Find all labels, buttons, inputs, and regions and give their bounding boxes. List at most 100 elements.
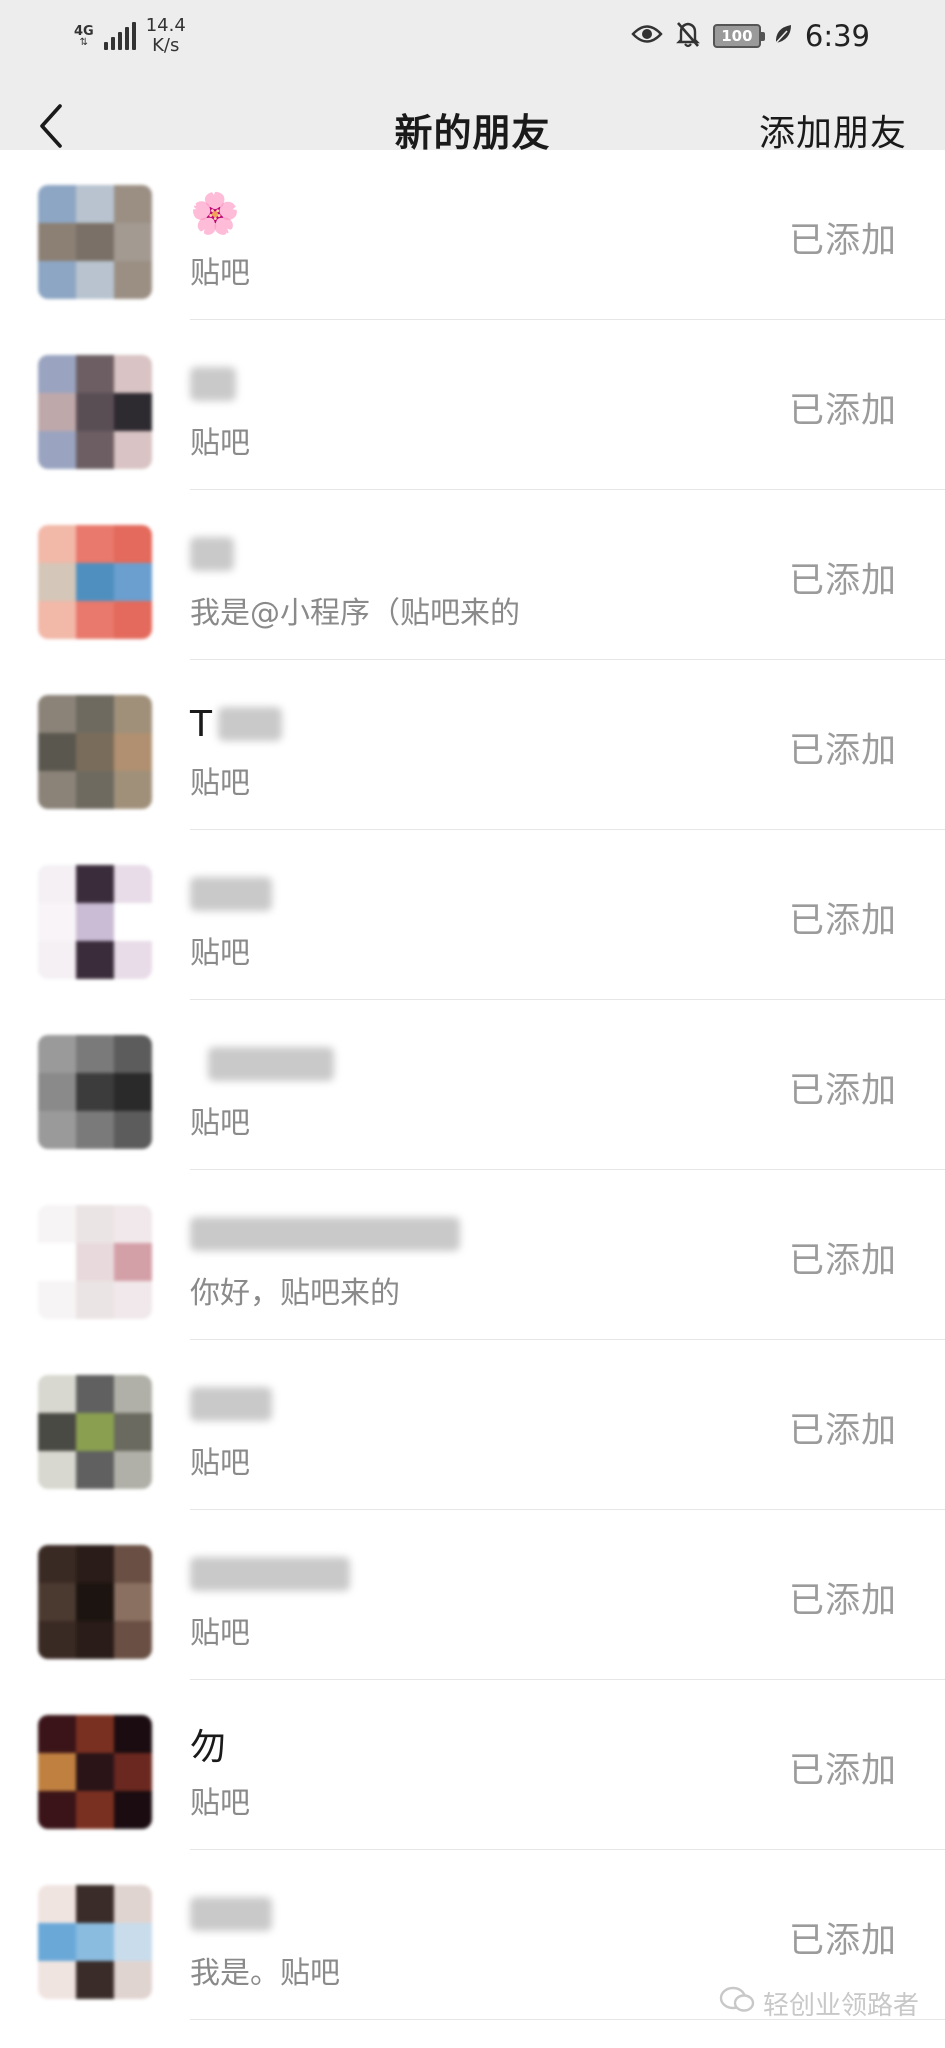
avatar-pixel (38, 903, 76, 941)
avatar-pixel (76, 1375, 114, 1413)
added-status: 已添加 (788, 1751, 897, 1791)
added-status: 已添加 (788, 1241, 897, 1281)
friend-row[interactable]: 勿 贴吧 已添加 (0, 1680, 945, 1850)
status-left: 4G ⇅ 14.4 K/s (74, 14, 186, 58)
friend-row[interactable]: 贴吧 已添加 (0, 830, 945, 1000)
avatar-pixel (76, 1243, 114, 1281)
blurred-name (190, 537, 234, 571)
mute-bell-icon (675, 20, 701, 52)
avatar-pixel (76, 563, 114, 601)
added-status: 已添加 (788, 561, 897, 601)
blurred-name (190, 1387, 272, 1421)
added-status: 已添加 (788, 1581, 897, 1621)
avatar-pixel (38, 1205, 76, 1243)
friend-name: T (190, 702, 282, 746)
avatar-pixel (76, 1451, 114, 1489)
avatar-pixel (114, 1621, 152, 1659)
avatar-pixel (38, 1621, 76, 1659)
avatar-pixel (38, 1753, 76, 1791)
avatar-pixel (114, 771, 152, 809)
avatar-pixel (38, 261, 76, 299)
avatar-pixel (38, 1791, 76, 1829)
avatar-pixel (38, 1715, 76, 1753)
avatar-pixel (114, 1035, 152, 1073)
request-message: 贴吧 (190, 1446, 250, 1481)
friend-row[interactable]: T 贴吧 已添加 (0, 660, 945, 830)
request-message: 我是@小程序（贴吧来的 (190, 596, 520, 631)
eye-icon (631, 23, 663, 49)
avatar (38, 1035, 152, 1149)
avatar-pixel (76, 1035, 114, 1073)
add-friend-button[interactable]: 添加朋友 (759, 104, 907, 156)
battery-icon: 100 (712, 24, 765, 48)
avatar-pixel (76, 771, 114, 809)
avatar-pixel (114, 355, 152, 393)
friend-row[interactable]: 贴吧 已添加 (0, 1000, 945, 1170)
friend-row[interactable]: 贴吧 已添加 (0, 1510, 945, 1680)
watermark: 轻创业领路者 (719, 1985, 919, 2022)
avatar-pixel (114, 865, 152, 903)
app-root: 4G ⇅ 14.4 K/s 100 6:39 新的朋友 添加朋友 🌸 贴吧 已添… (0, 0, 945, 2048)
blurred-name (218, 707, 282, 741)
avatar-pixel (114, 1885, 152, 1923)
avatar-pixel (114, 1583, 152, 1621)
avatar-pixel (38, 1073, 76, 1111)
avatar (38, 355, 152, 469)
avatar-pixel (76, 601, 114, 639)
avatar-pixel (38, 601, 76, 639)
avatar-pixel (114, 695, 152, 733)
added-status: 已添加 (788, 1921, 897, 1961)
friend-row[interactable]: 你好，贴吧来的 已添加 (0, 1170, 945, 1340)
avatar-pixel (38, 1375, 76, 1413)
network-speed: 14.4 K/s (146, 16, 186, 56)
avatar (38, 185, 152, 299)
avatar-pixel (114, 1205, 152, 1243)
avatar-pixel (76, 865, 114, 903)
friend-name (190, 872, 272, 916)
avatar-pixel (114, 1451, 152, 1489)
avatar-pixel (76, 1545, 114, 1583)
friend-name (190, 362, 236, 406)
avatar (38, 1885, 152, 1999)
clock: 6:39 (804, 19, 870, 53)
avatar-pixel (114, 733, 152, 771)
friend-row[interactable]: 贴吧 已添加 (0, 1340, 945, 1510)
friend-row[interactable]: 🌸 贴吧 已添加 (0, 150, 945, 320)
added-status: 已添加 (788, 731, 897, 771)
avatar-pixel (76, 1073, 114, 1111)
avatar-pixel (76, 695, 114, 733)
avatar-pixel (76, 185, 114, 223)
data-arrows-icon: ⇅ (79, 36, 89, 48)
avatar-pixel (76, 941, 114, 979)
friend-row[interactable]: 贴吧 已添加 (0, 320, 945, 490)
avatar-pixel (76, 1621, 114, 1659)
avatar-pixel (38, 185, 76, 223)
added-status: 已添加 (788, 1411, 897, 1451)
leaf-icon (773, 22, 793, 50)
status-bar: 4G ⇅ 14.4 K/s 100 6:39 (0, 0, 945, 72)
avatar-pixel (76, 1923, 114, 1961)
request-message: 你好，贴吧来的 (190, 1276, 400, 1311)
request-message: 贴吧 (190, 1106, 250, 1141)
request-message: 贴吧 (190, 426, 250, 461)
avatar-pixel (76, 1111, 114, 1149)
avatar-pixel (76, 1413, 114, 1451)
avatar-pixel (114, 1281, 152, 1319)
name-text: 勿 (190, 1727, 227, 1768)
avatar-pixel (76, 1715, 114, 1753)
avatar-pixel (114, 1791, 152, 1829)
avatar-pixel (114, 1545, 152, 1583)
avatar-pixel (38, 525, 76, 563)
avatar-pixel (114, 223, 152, 261)
status-right: 100 6:39 (631, 14, 870, 58)
avatar-pixel (38, 431, 76, 469)
speed-unit: K/s (152, 35, 180, 56)
friend-name: 勿 (190, 1722, 226, 1768)
request-message: 我是。贴吧 (190, 1956, 340, 1991)
avatar-pixel (114, 563, 152, 601)
avatar-pixel (114, 185, 152, 223)
avatar (38, 865, 152, 979)
avatar (38, 1715, 152, 1829)
friend-name (190, 1042, 334, 1086)
friend-row[interactable]: 我是@小程序（贴吧来的 已添加 (0, 490, 945, 660)
